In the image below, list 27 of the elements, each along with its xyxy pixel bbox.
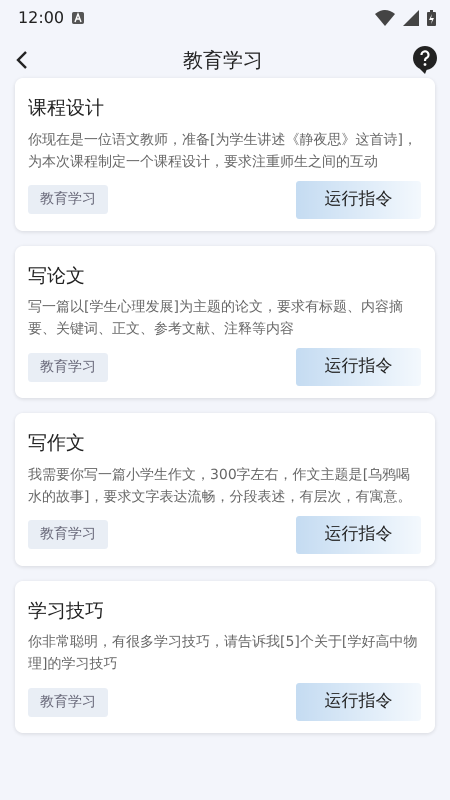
category-tag: 教育学习 (28, 688, 108, 716)
card-description: 我需要你写一篇小学生作文，300字左右，作文主题是[乌鸦喝水的故事]，要求文字表达流畅，分段表述，有层次，有寓意。 (28, 466, 412, 506)
run-button[interactable]: 运行指令 (296, 348, 421, 386)
card-description: 写一篇以[学生心理发展]为主题的论文，要求有标题、内容摘要、关键词、正文、参考文献、注释等内容 (28, 298, 404, 339)
run-button[interactable]: 运行指令 (296, 683, 421, 721)
run-button[interactable]: 运行指令 (296, 180, 421, 218)
card-title: 课程设计 (28, 96, 105, 121)
prompt-card[interactable]: 课程设计 你现在是一位语文教师，准备[为学生讲述《静夜思》这首诗]，为本次课程制定一个课程设计，要求注重师生之间的互动 教育学习 运行指令 (15, 78, 435, 230)
battery-icon (427, 10, 436, 26)
prompt-card[interactable]: 写论文 写一篇以[学生心理发展]为主题的论文，要求有标题、内容摘要、关键词、正文、参考文献、注释等内容 教育学习 运行指令 (15, 246, 435, 398)
wifi-icon (375, 10, 395, 26)
prompt-card[interactable]: 学习技巧 你非常聪明，有很多学习技巧，请告诉我[5]个关于[学好高中物理]的学习技巧 教育学习 运行指令 (15, 580, 435, 733)
help-icon[interactable] (412, 45, 438, 75)
card-description: 你非常聪明，有很多学习技巧，请告诉我[5]个关于[学好高中物理]的学习技巧 (28, 633, 418, 674)
card-title: 写作文 (28, 431, 86, 456)
category-tag: 教育学习 (28, 520, 108, 549)
notification-icon (72, 12, 84, 24)
prompt-card[interactable]: 写作文 我需要你写一篇小学生作文，300字左右，作文主题是[乌鸦喝水的故事]，要求文字表达流畅，分段表述，有层次，有寓意。 教育学习 运行指令 (15, 413, 435, 566)
signal-icon (403, 10, 419, 26)
run-button[interactable]: 运行指令 (296, 516, 421, 554)
card-description: 你现在是一位语文教师，准备[为学生讲述《静夜思》这首诗]，为本次课程制定一个课程设计，要求注重师生之间的互动 (28, 130, 418, 172)
status-time: 12:00 (18, 7, 64, 29)
card-title: 写论文 (28, 264, 86, 288)
card-title: 学习技巧 (28, 598, 105, 624)
category-tag: 教育学习 (28, 185, 108, 214)
category-tag: 教育学习 (28, 352, 108, 382)
page-title: 教育学习 (183, 47, 263, 74)
